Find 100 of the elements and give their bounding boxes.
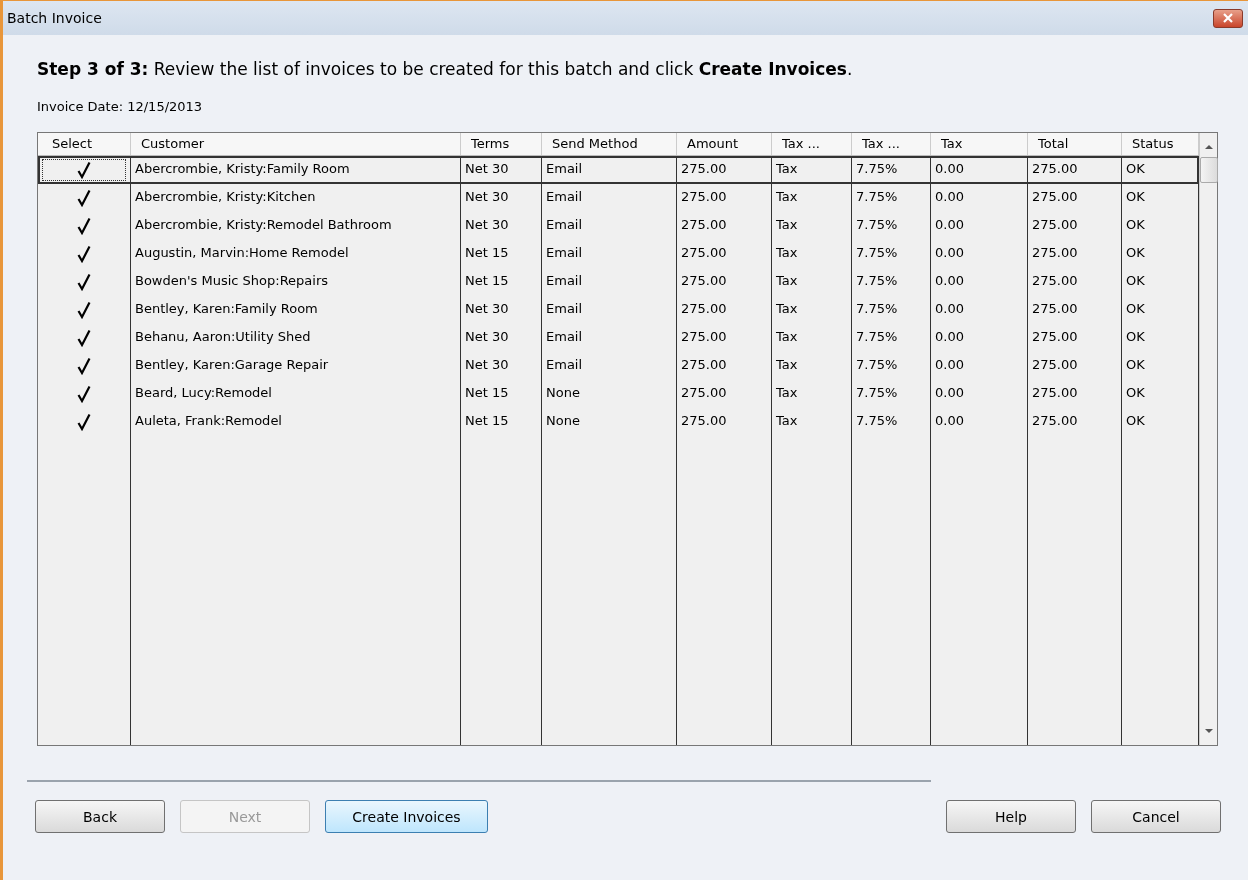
table-row[interactable]: Beard, Lucy:Remodel Net 15 None 275.00 Tax 7.75% 0.00 275.00 OK (38, 380, 1199, 408)
table-cell: 7.75% (852, 212, 931, 240)
table-cell: 7.75% (852, 408, 931, 436)
table-cell: Net 30 (461, 184, 542, 212)
table-cell: Tax (772, 296, 852, 324)
create-invoices-button[interactable]: Create Invoices (325, 800, 488, 833)
table-cell: 275.00 (677, 380, 772, 408)
scroll-down-icon[interactable] (1204, 727, 1214, 735)
check-icon[interactable] (77, 329, 91, 347)
table-cell: Tax (772, 212, 852, 240)
table-row[interactable]: Abercrombie, Kristy:Family Room Net 30 Email 275.00 Tax 7.75% 0.00 275.00 OK (38, 156, 1199, 184)
column-header[interactable]: Select (38, 133, 131, 155)
table-cell: Net 30 (461, 156, 542, 184)
table-cell: 275.00 (677, 184, 772, 212)
invoice-date: Invoice Date: 12/15/2013 (37, 99, 204, 114)
table-cell: Bentley, Karen:Family Room (131, 296, 461, 324)
table-cell: Email (542, 184, 677, 212)
column-header[interactable]: Send Method (542, 133, 677, 155)
check-icon[interactable] (77, 301, 91, 319)
table-row[interactable]: Abercrombie, Kristy:Kitchen Net 30 Email 275.00 Tax 7.75% 0.00 275.00 OK (38, 184, 1199, 212)
table-cell: Abercrombie, Kristy:Family Room (131, 156, 461, 184)
check-icon[interactable] (77, 413, 91, 431)
column-header[interactable]: Amount (677, 133, 772, 155)
table-cell: Email (542, 324, 677, 352)
table-row[interactable]: Bowden's Music Shop:Repairs Net 15 Email 275.00 Tax 7.75% 0.00 275.00 OK (38, 268, 1199, 296)
table-cell: 275.00 (1028, 212, 1122, 240)
table-cell: 275.00 (1028, 296, 1122, 324)
table-cell: Bowden's Music Shop:Repairs (131, 268, 461, 296)
table-cell: 275.00 (1028, 352, 1122, 380)
table-cell: Email (542, 296, 677, 324)
check-icon[interactable] (77, 385, 91, 403)
table-cell: Tax (772, 324, 852, 352)
table-cell: 0.00 (931, 324, 1028, 352)
table-cell: 0.00 (931, 380, 1028, 408)
table-cell: 275.00 (1028, 324, 1122, 352)
close-button[interactable] (1213, 8, 1243, 28)
table-cell: 0.00 (931, 352, 1028, 380)
table-row[interactable]: Augustin, Marvin:Home Remodel Net 15 Email 275.00 Tax 7.75% 0.00 275.00 OK (38, 240, 1199, 268)
table-cell: Email (542, 352, 677, 380)
table-cell: 7.75% (852, 240, 931, 268)
table-cell: Email (542, 156, 677, 184)
table-cell: Net 15 (461, 408, 542, 436)
table-cell: 275.00 (1028, 240, 1122, 268)
table-cell: OK (1122, 296, 1199, 324)
table-cell: Auleta, Frank:Remodel (131, 408, 461, 436)
column-header[interactable]: Customer (131, 133, 461, 155)
table-cell: Email (542, 240, 677, 268)
table-row[interactable]: Bentley, Karen:Family Room Net 30 Email 275.00 Tax 7.75% 0.00 275.00 OK (38, 296, 1199, 324)
table-cell: Email (542, 212, 677, 240)
table-cell: 7.75% (852, 156, 931, 184)
check-icon[interactable] (77, 245, 91, 263)
table-cell: Beard, Lucy:Remodel (131, 380, 461, 408)
table-cell: 275.00 (677, 296, 772, 324)
table-cell: Net 30 (461, 296, 542, 324)
table-cell: Bentley, Karen:Garage Repair (131, 352, 461, 380)
table-cell: 275.00 (677, 324, 772, 352)
table-cell: Email (542, 268, 677, 296)
cancel-button[interactable]: Cancel (1091, 800, 1221, 833)
column-header[interactable]: Terms (461, 133, 542, 155)
table-cell: 275.00 (677, 352, 772, 380)
table-cell: 7.75% (852, 352, 931, 380)
table-cell: 0.00 (931, 408, 1028, 436)
scroll-thumb[interactable] (1200, 157, 1218, 183)
table-row[interactable]: Auleta, Frank:Remodel Net 15 None 275.00 Tax 7.75% 0.00 275.00 OK (38, 408, 1199, 436)
check-icon[interactable] (77, 357, 91, 375)
check-icon[interactable] (77, 273, 91, 291)
table-row[interactable]: Abercrombie, Kristy:Remodel Bathroom Net 30 Email 275.00 Tax 7.75% 0.00 275.00 OK (38, 212, 1199, 240)
table-row[interactable]: Behanu, Aaron:Utility Shed Net 30 Email 275.00 Tax 7.75% 0.00 275.00 OK (38, 324, 1199, 352)
table-cell: 0.00 (931, 240, 1028, 268)
column-header[interactable]: Tax ... (852, 133, 931, 155)
table-cell: OK (1122, 156, 1199, 184)
check-icon[interactable] (77, 189, 91, 207)
table-cell: Tax (772, 352, 852, 380)
column-header[interactable]: Status (1122, 133, 1199, 155)
instruction-text: Step 3 of 3: Review the list of invoices to be created for this batch and click Create Invoices. (37, 59, 854, 79)
table-cell: None (542, 408, 677, 436)
table-cell: 275.00 (1028, 408, 1122, 436)
column-header[interactable]: Total (1028, 133, 1122, 155)
table-cell: 275.00 (677, 156, 772, 184)
table-cell: 7.75% (852, 268, 931, 296)
check-icon[interactable] (77, 161, 91, 179)
table-cell: Tax (772, 156, 852, 184)
help-button[interactable]: Help (946, 800, 1076, 833)
table-cell: OK (1122, 212, 1199, 240)
table-cell: 0.00 (931, 184, 1028, 212)
table-cell: Tax (772, 408, 852, 436)
window-title: Batch Invoice (7, 10, 102, 26)
table-cell: 275.00 (1028, 184, 1122, 212)
scroll-up-icon[interactable] (1204, 143, 1214, 151)
column-header[interactable]: Tax (931, 133, 1028, 155)
table-cell: Abercrombie, Kristy:Remodel Bathroom (131, 212, 461, 240)
back-button[interactable]: Back (35, 800, 165, 833)
table-cell: 0.00 (931, 156, 1028, 184)
check-icon[interactable] (77, 217, 91, 235)
table-row[interactable]: Bentley, Karen:Garage Repair Net 30 Email 275.00 Tax 7.75% 0.00 275.00 OK (38, 352, 1199, 380)
table-cell: Net 30 (461, 324, 542, 352)
table-cell: 275.00 (1028, 156, 1122, 184)
table-cell: 0.00 (931, 212, 1028, 240)
table-cell: Tax (772, 240, 852, 268)
column-header[interactable]: Tax ... (772, 133, 852, 155)
